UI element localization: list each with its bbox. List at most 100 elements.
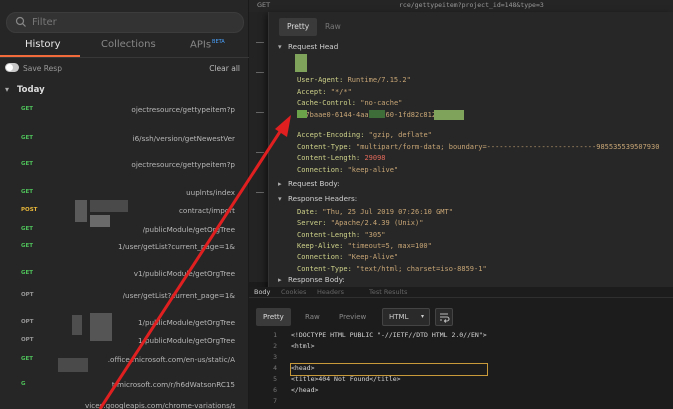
- response-body-toggle[interactable]: ▸ Response Body:: [278, 275, 345, 284]
- line-number: 3: [273, 353, 277, 361]
- history-item-url: 1/user/getList?current_page=1&: [118, 242, 235, 251]
- header-key: Date:: [297, 208, 319, 216]
- request-method: GET: [257, 1, 271, 9]
- history-item-method: G: [21, 381, 26, 387]
- history-item[interactable]: GET i6/ssh/version/getNewestVer: [0, 131, 249, 149]
- header-value: "gzip, deflate": [368, 131, 432, 139]
- request-body-toggle[interactable]: ▸ Request Body:: [278, 179, 340, 188]
- history-item-method: GET: [21, 189, 34, 195]
- pretty-tab[interactable]: Pretty: [279, 18, 318, 36]
- active-tab-indicator: [0, 55, 80, 57]
- filter-placeholder: Filter: [32, 17, 57, 28]
- request-headers-toggle[interactable]: ▾ Request Head: [278, 42, 338, 51]
- history-item-method: GET: [21, 243, 34, 249]
- header-value: "Keep-Alive": [347, 253, 399, 262]
- response-tabs: Body Cookies Headers Test Results: [249, 287, 673, 298]
- pretty-button[interactable]: Pretty: [256, 308, 291, 326]
- save-responses-toggle[interactable]: [5, 63, 19, 72]
- clear-all-button[interactable]: Clear all: [209, 64, 240, 73]
- history-item[interactable]: GET .office.microsoft.com/en-us/static/A: [0, 352, 249, 370]
- format-select[interactable]: HTML ▾: [382, 308, 430, 326]
- history-item[interactable]: Gt.microsoft.com/r/h6dWatsonRC15: [0, 377, 249, 395]
- history-item-url: 1/publicModule/getOrgTree: [137, 318, 235, 327]
- history-item-method: GET: [21, 135, 34, 141]
- line-number-gutter: 12345678: [265, 331, 277, 409]
- history-item-method: OPT: [21, 337, 34, 343]
- history-item[interactable]: GET v1/publicModule/getOrgTree: [0, 266, 249, 284]
- tab-body[interactable]: Body: [254, 288, 270, 296]
- history-item[interactable]: OPT 1/publicModule/getOrgTree: [0, 333, 249, 351]
- save-responses-label: Save Resp: [23, 64, 62, 73]
- history-item-method: OPT: [21, 292, 34, 298]
- header-line: Content-Length: "305": [297, 231, 386, 239]
- history-item[interactable]: GET 1/user/getList?current_page=1&: [0, 239, 249, 257]
- response-body-code[interactable]: <!DOCTYPE HTML PUBLIC "-//IETF//DTD HTML…: [290, 331, 488, 409]
- app-window: Filter History Collections APIsBETA Save…: [0, 0, 673, 409]
- header-line: Connection: "keep-alive": [297, 166, 398, 174]
- code-line: <html>: [291, 342, 315, 350]
- request-url-bar[interactable]: GET rce/gettypeitem?project_id=148&type=…: [249, 0, 673, 12]
- console-log-panel: Pretty Raw ▾ Request Head User-Agent: Run…: [268, 12, 673, 292]
- tab-collections[interactable]: Collections: [101, 39, 156, 50]
- history-item-url: 1/publicModule/getOrgTree: [137, 336, 235, 345]
- history-item-method: POST: [21, 207, 38, 213]
- wrap-icon: [440, 313, 450, 323]
- header-value: "Thu, 25 Jul 2019 07:26:10 GMT": [322, 208, 453, 216]
- header-line: Cache-Control: "no-cache": [297, 99, 402, 107]
- history-item[interactable]: OPT/user/getList?current_page=1&: [0, 288, 249, 306]
- header-key: Content-Length:: [297, 154, 361, 162]
- history-item-method: GET: [21, 106, 34, 112]
- line-number: 7: [273, 397, 277, 405]
- history-group-today[interactable]: ▾ Today: [0, 82, 249, 97]
- history-item-url: uuplnts/index: [186, 188, 235, 197]
- raw-tab[interactable]: Raw: [317, 18, 349, 36]
- chevron-down-icon: ▾: [420, 313, 424, 320]
- header-key: Content-Length:: [297, 230, 361, 239]
- header-line: Accept: "*/*": [297, 88, 352, 96]
- history-item-url: i6/ssh/version/getNewestVer: [132, 134, 235, 143]
- caret-down-icon: ▾: [5, 85, 10, 94]
- line-number: 5: [273, 375, 277, 383]
- format-select-value: HTML: [389, 313, 409, 321]
- history-item[interactable]: vices.googleapis.com/chrome-variations/s…: [0, 398, 249, 409]
- header-value: 29098: [364, 154, 386, 162]
- history-item[interactable]: OPT 1/publicModule/getOrgTree: [0, 315, 249, 333]
- history-item-url: ojectresource/gettypeitem?p: [131, 105, 235, 114]
- history-item-method: GET: [21, 356, 34, 362]
- raw-button[interactable]: Raw: [298, 308, 327, 326]
- history-item[interactable]: GET ojectresource/gettypeitem?p: [0, 157, 249, 175]
- tab-test-results[interactable]: Test Results: [369, 288, 407, 296]
- line-number: 1: [273, 331, 277, 339]
- tab-cookies[interactable]: Cookies: [281, 288, 306, 296]
- history-item-url: v1/publicModule/getOrgTree: [133, 269, 235, 278]
- save-responses-row: Save Resp Clear all: [0, 60, 249, 77]
- tab-history[interactable]: History: [25, 39, 61, 50]
- header-value: Runtime/7.15.2": [347, 76, 411, 84]
- history-item-url: /user/getList?current_page=1&: [122, 291, 235, 300]
- header-key: Cache-Control:: [297, 99, 357, 107]
- response-pane: Body Cookies Headers Test Results Pretty…: [249, 287, 673, 409]
- header-line: Date: "Thu, 25 Jul 2019 07:26:10 GMT": [297, 208, 453, 216]
- redaction-block: [295, 54, 307, 72]
- history-item[interactable]: GET/publicModule/getOrgTree: [0, 222, 249, 240]
- line-number: 6: [273, 386, 277, 394]
- filter-input[interactable]: Filter: [6, 12, 244, 33]
- header-key: Accept:: [297, 87, 327, 96]
- response-headers-toggle[interactable]: ▾ Response Headers:: [278, 194, 357, 203]
- header-key: Accept-Encoding:: [297, 131, 365, 139]
- tab-headers[interactable]: Headers: [317, 288, 344, 296]
- code-line: <title>404 Not Found</title>: [291, 375, 401, 383]
- tab-apis[interactable]: APIsBETA: [190, 39, 225, 50]
- header-line: User-Agent: Runtime/7.15.2": [297, 76, 411, 84]
- header-key: Content-Type:: [297, 264, 352, 273]
- wrap-lines-button[interactable]: [435, 308, 453, 326]
- request-body-label: Request Body:: [288, 179, 340, 188]
- history-item[interactable]: GET ojectresource/gettypeitem?p: [0, 102, 249, 120]
- history-item-method: GET: [21, 226, 34, 232]
- header-key: User-Agent:: [297, 76, 344, 84]
- redaction-block: [58, 358, 88, 372]
- header-value: "timeout=5, max=100": [347, 241, 432, 250]
- header-key: Keep-Alive:: [297, 241, 344, 250]
- preview-button[interactable]: Preview: [332, 308, 373, 326]
